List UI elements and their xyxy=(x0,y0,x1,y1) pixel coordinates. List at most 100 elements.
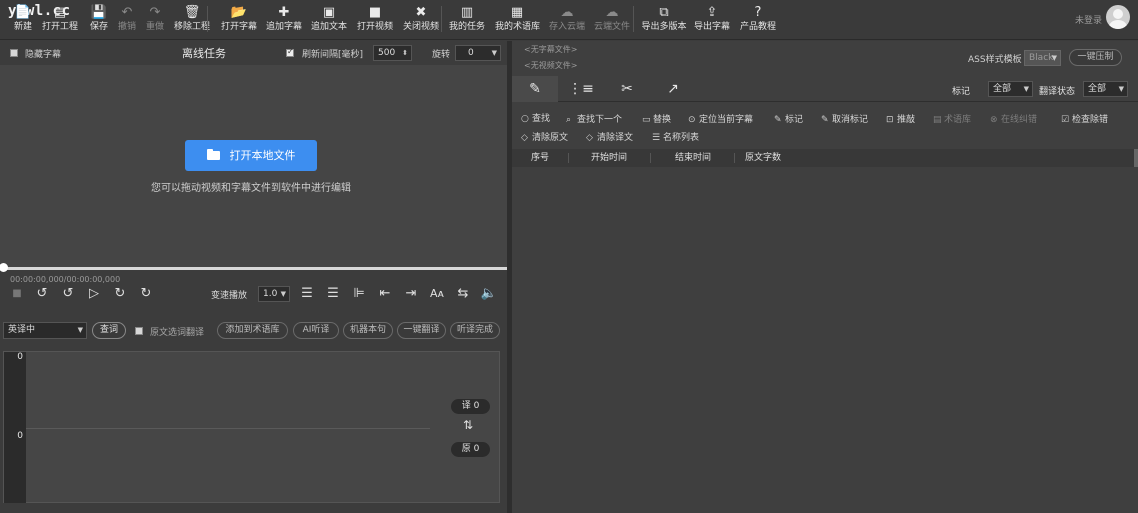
hide-subtitles-checkbox[interactable] xyxy=(10,48,18,58)
avatar[interactable] xyxy=(1106,5,1130,29)
toolbar-button-4[interactable]: ↷ 重做 xyxy=(144,4,166,36)
volume-icon[interactable]: 🔈 xyxy=(480,285,498,303)
rotate-select[interactable]: 0 ▼ xyxy=(455,45,501,61)
set-end-icon[interactable]: ⇥ xyxy=(402,285,420,303)
toolbar-button-10[interactable]: ✖ 关闭视频 xyxy=(403,4,439,36)
folder-icon: 📂 xyxy=(230,5,248,20)
back-icon[interactable]: ↺ xyxy=(59,285,77,303)
tool-6[interactable]: ⊡ 推敲 xyxy=(886,112,915,126)
lookup-button[interactable]: 查词 xyxy=(92,322,126,339)
spinner-arrows-icon[interactable]: ⬍ xyxy=(402,46,408,60)
chevron-down-icon: ▼ xyxy=(1023,85,1029,93)
toolbar-button-14[interactable]: ☁ 云端文件 xyxy=(594,4,630,36)
add-to-glossary-button[interactable]: 添加到术语库 xyxy=(217,322,288,339)
open-local-file-button[interactable]: 打开本地文件 xyxy=(185,140,317,171)
tool-label: 清除译文 xyxy=(597,133,634,143)
column-header-index[interactable]: 序号 xyxy=(531,149,549,167)
login-status[interactable]: 未登录 xyxy=(1075,13,1102,26)
stop-icon[interactable]: ■ xyxy=(8,285,26,303)
align-left-icon[interactable]: ⊫ xyxy=(350,285,368,303)
toolbar-button-5[interactable]: 🗑 移除工程 xyxy=(174,4,210,36)
toolbar-button-9[interactable]: ■ 打开视频 xyxy=(357,4,393,36)
toolbar-button-3[interactable]: ↶ 撤销 xyxy=(116,4,138,36)
toolbar-button-label: 产品教程 xyxy=(740,22,777,32)
font-size-icon[interactable]: Aᴀ xyxy=(428,285,446,303)
forward-icon[interactable]: ↻ xyxy=(111,285,129,303)
waveform-area[interactable]: 0 0 译 0 ⇅ 原 0 xyxy=(3,351,500,503)
tool-label: 标记 xyxy=(785,115,804,125)
speed-select[interactable]: 1.0 ▼ xyxy=(258,286,290,302)
trash-icon: 🗑 xyxy=(183,5,201,20)
align-vertical-icon[interactable]: ☰ xyxy=(324,285,342,303)
column-header-char-count[interactable]: 原文字数 xyxy=(745,149,781,167)
waveform-bottom-track: 0 xyxy=(4,428,26,503)
original-select-checkbox[interactable] xyxy=(135,326,143,336)
tool-9[interactable]: ☑ 检查除错 xyxy=(1061,112,1108,126)
tool-2[interactable]: ▭ 替换 xyxy=(642,112,671,126)
tool-11[interactable]: ◇ 清除译文 xyxy=(586,130,633,144)
tab-edit[interactable]: ✎ xyxy=(512,76,558,102)
help-icon: ? xyxy=(754,5,762,20)
toolbar-button-15[interactable]: ⧉ 导出多版本 xyxy=(641,4,687,36)
refine-icon: ⊡ xyxy=(886,115,894,125)
tool-0[interactable]: ○ 查找 xyxy=(521,111,550,125)
ass-template-select[interactable]: Black ▼ xyxy=(1024,50,1061,66)
toolbar-button-11[interactable]: ▥ 我的任务 xyxy=(449,4,485,36)
one-click-compress-button[interactable]: 一键压制 xyxy=(1069,49,1122,66)
swap-vertical-icon[interactable]: ⇅ xyxy=(463,418,473,432)
column-header-start-time[interactable]: 开始时间 xyxy=(591,149,627,167)
column-header-end-time[interactable]: 结束时间 xyxy=(675,149,711,167)
toolbar-button-7[interactable]: ✚ 追加字幕 xyxy=(266,4,302,36)
tool-7[interactable]: ▤ 术语库 xyxy=(933,112,971,126)
rewind-icon[interactable]: ↺ xyxy=(33,285,51,303)
fast-forward-icon[interactable]: ↻ xyxy=(137,285,155,303)
video-area[interactable]: 打开本地文件 您可以拖动视频和字幕文件到软件中进行编辑 xyxy=(0,65,507,267)
tool-label: 查找 xyxy=(532,114,551,124)
mark-filter-select[interactable]: 全部 ▼ xyxy=(988,81,1033,97)
translation-status-select[interactable]: 全部 ▼ xyxy=(1083,81,1128,97)
toolbar-button-16[interactable]: ⇪ 导出字幕 xyxy=(694,4,730,36)
align-center-icon[interactable]: ☰ xyxy=(298,285,316,303)
tool-1[interactable]: ⌕ 查找下一个 xyxy=(566,112,622,126)
tool-label: 查找下一个 xyxy=(577,115,623,125)
playback-progress-bar[interactable] xyxy=(0,267,507,270)
tool-8[interactable]: ⊗ 在线纠错 xyxy=(990,112,1037,126)
toolbar-button-2[interactable]: 💾 保存 xyxy=(88,4,110,36)
tab-timeline[interactable]: ⋮≡ xyxy=(558,76,604,102)
transcribe-done-button[interactable]: 听译完成 xyxy=(450,322,500,339)
refresh-checkbox[interactable] xyxy=(286,47,294,58)
toolbar-button-17[interactable]: ? 产品教程 xyxy=(740,4,776,36)
one-click-translate-button[interactable]: 一键翻译 xyxy=(397,322,446,339)
tool-3[interactable]: ⊙ 定位当前字幕 xyxy=(688,112,753,126)
tool-4[interactable]: ✎ 标记 xyxy=(774,112,803,126)
refresh-interval-spinner[interactable]: 500 ⬍ xyxy=(373,45,412,61)
ai-transcribe-button[interactable]: AI听译 xyxy=(293,322,339,339)
tab-stats[interactable]: ↗ xyxy=(650,76,696,102)
line-chart-icon: ↗ xyxy=(667,81,679,97)
toolbar-button-label: 导出多版本 xyxy=(641,22,687,32)
playback-progress-handle[interactable] xyxy=(0,263,8,272)
toolbar-button-6[interactable]: 📂 打开字幕 xyxy=(221,4,257,36)
vertical-scrollbar[interactable] xyxy=(1134,149,1138,167)
toolbar-button-13[interactable]: ☁ 存入云端 xyxy=(549,4,585,36)
translate-mode-select[interactable]: 英译中 ▼ xyxy=(3,322,87,339)
swap-icon[interactable]: ⇆ xyxy=(454,285,472,303)
machine-sentence-button[interactable]: 机器本句 xyxy=(343,322,393,339)
tool-12[interactable]: ☰ 名称列表 xyxy=(652,130,699,144)
toolbar-button-1[interactable]: ▤ 打开工程 xyxy=(42,4,78,36)
tab-tools[interactable]: ✂ xyxy=(604,76,650,102)
toolbar-button-label: 我的术语库 xyxy=(495,22,541,32)
translation-count-badge[interactable]: 译 0 xyxy=(451,399,490,414)
play-icon[interactable]: ▷ xyxy=(85,285,103,303)
toolbar-button-label: 我的任务 xyxy=(449,22,486,32)
toolbar-button-label: 新建 xyxy=(13,22,32,32)
set-start-icon[interactable]: ⇤ xyxy=(376,285,394,303)
original-count-badge[interactable]: 原 0 xyxy=(451,442,490,457)
pencil-icon: ✎ xyxy=(529,81,541,97)
check-box-icon: ☑ xyxy=(1061,115,1070,125)
tool-10[interactable]: ◇ 清除原文 xyxy=(521,130,568,144)
toolbar-button-0[interactable]: 📄 新建 xyxy=(12,4,34,36)
toolbar-button-12[interactable]: ▦ 我的术语库 xyxy=(495,4,541,36)
toolbar-button-8[interactable]: ▣ 追加文本 xyxy=(311,4,347,36)
tool-5[interactable]: ✎ 取消标记 xyxy=(821,112,868,126)
